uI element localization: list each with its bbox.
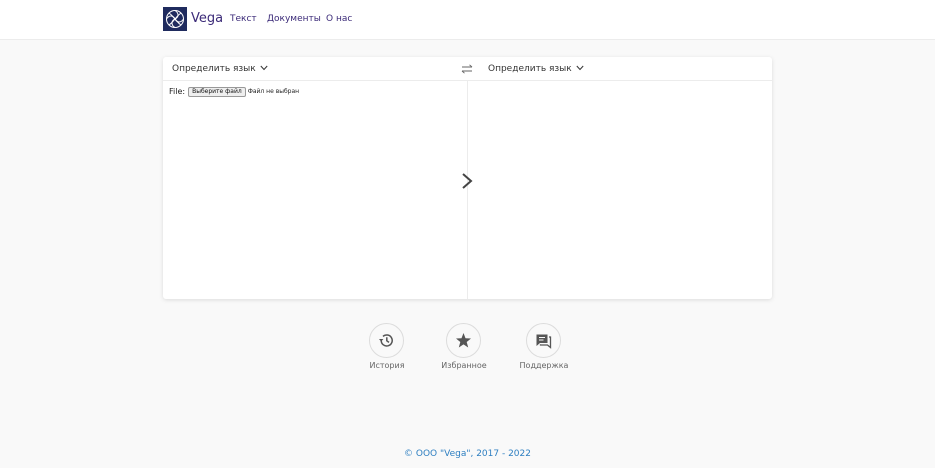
top-header: Vega Текст Документы О нас bbox=[0, 0, 935, 40]
file-status-text: Файл не выбран bbox=[247, 88, 300, 95]
swap-languages-icon[interactable] bbox=[461, 63, 473, 75]
translator-card: Определить язык Определить язык File: Выб… bbox=[163, 57, 772, 299]
target-language-label: Определить язык bbox=[488, 64, 572, 74]
footer-copyright[interactable]: © ООО "Vega", 2017 - 2022 bbox=[0, 449, 935, 460]
nav-link-documents[interactable]: Документы bbox=[267, 13, 321, 25]
chevron-down-icon bbox=[260, 65, 268, 70]
nav-link-about[interactable]: О нас bbox=[326, 13, 352, 25]
choose-file-button[interactable]: Выберите файл bbox=[188, 87, 246, 97]
target-language-select[interactable]: Определить язык bbox=[488, 64, 584, 75]
support-chat-icon bbox=[536, 334, 552, 349]
history-label: История bbox=[369, 361, 405, 370]
brand-name[interactable]: Vega bbox=[191, 11, 223, 27]
language-bar: Определить язык Определить язык bbox=[163, 57, 772, 81]
file-upload-row: File: Выберите файл Файл не выбран bbox=[169, 87, 299, 97]
star-icon bbox=[456, 333, 471, 348]
vega-logo-icon[interactable] bbox=[163, 7, 187, 31]
support-label: Поддержка bbox=[519, 361, 569, 370]
history-icon bbox=[379, 334, 393, 347]
history-circle bbox=[369, 323, 404, 358]
favorites-button[interactable]: Избранное bbox=[429, 323, 499, 375]
source-language-select[interactable]: Определить язык bbox=[172, 64, 268, 75]
support-circle bbox=[526, 323, 561, 358]
chevron-down-icon bbox=[576, 65, 584, 70]
pane-divider bbox=[467, 81, 468, 299]
nav-link-text[interactable]: Текст bbox=[230, 13, 257, 25]
source-language-label: Определить язык bbox=[172, 64, 256, 74]
history-button[interactable]: История bbox=[352, 323, 422, 375]
translate-arrow-icon[interactable] bbox=[460, 172, 474, 190]
file-label: File: bbox=[169, 87, 186, 96]
favorites-circle bbox=[446, 323, 481, 358]
support-button[interactable]: Поддержка bbox=[509, 323, 579, 375]
favorites-label: Избранное bbox=[441, 361, 487, 370]
